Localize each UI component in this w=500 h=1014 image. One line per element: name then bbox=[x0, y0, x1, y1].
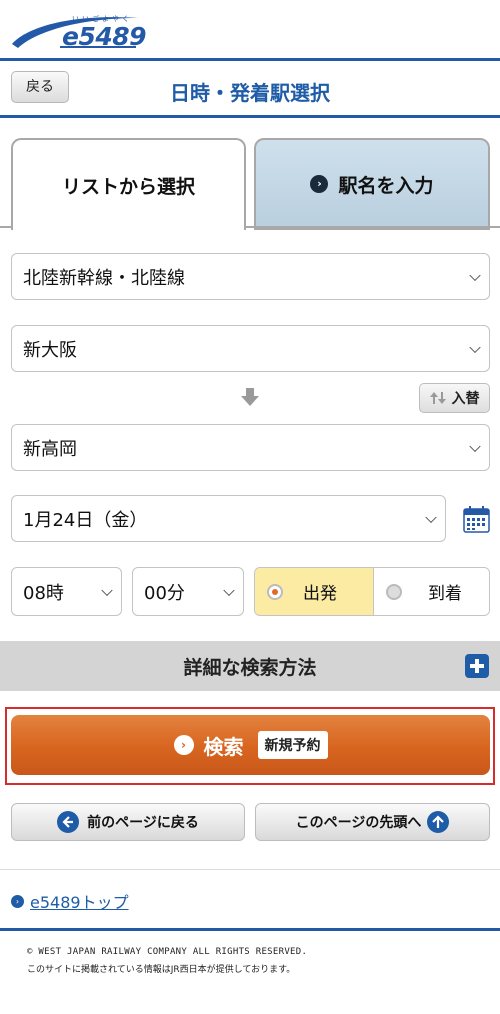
chevron-right-icon: › bbox=[310, 175, 329, 193]
depart-arrive-radio-group: 出発 到着 bbox=[254, 567, 490, 616]
tab-station-name-input[interactable]: › 駅名を入力 bbox=[254, 138, 490, 230]
depart-label: 出発 bbox=[303, 584, 337, 604]
tab-station-name-label: 駅名を入力 bbox=[338, 174, 434, 197]
chevron-down-icon bbox=[469, 440, 481, 452]
chevron-right-icon: › bbox=[173, 735, 194, 755]
chevron-down-icon bbox=[425, 511, 437, 523]
search-label: 検索 bbox=[203, 734, 244, 759]
plus-icon bbox=[465, 654, 489, 678]
new-reservation-badge: 新規予約 bbox=[257, 731, 328, 759]
to-station-select[interactable]: 新高岡 bbox=[11, 424, 490, 471]
from-station-select[interactable]: 新大阪 bbox=[11, 325, 490, 372]
previous-page-label: 前のページに戻る bbox=[87, 815, 199, 831]
search-button[interactable]: › 検索 新規予約 bbox=[11, 715, 490, 775]
arrow-down-icon bbox=[241, 388, 259, 406]
e5489-logo[interactable]: いいごよやく e5489 bbox=[10, 10, 147, 52]
arrow-left-icon bbox=[57, 811, 80, 833]
arrive-radio[interactable]: 到着 bbox=[373, 568, 489, 615]
swap-stations-button[interactable]: 入替 bbox=[419, 383, 490, 413]
arrow-up-icon bbox=[427, 811, 450, 833]
page-top-button[interactable]: このページの先頭へ bbox=[255, 803, 490, 841]
to-station-value: 新高岡 bbox=[23, 438, 77, 460]
detailed-search-label: 詳細な検索方法 bbox=[183, 656, 317, 679]
selection-tabs: リストから選択 › 駅名を入力 bbox=[0, 138, 500, 230]
radio-selected-icon bbox=[267, 583, 283, 600]
date-select[interactable]: 1月24日（金） bbox=[11, 495, 446, 542]
header: いいごよやく e5489 bbox=[0, 0, 500, 58]
chevron-down-icon bbox=[223, 584, 235, 596]
from-station-value: 新大阪 bbox=[23, 339, 77, 361]
copyright: © WEST JAPAN RAILWAY COMPANY ALL RIGHTS … bbox=[27, 947, 308, 957]
minute-value: 00分 bbox=[144, 582, 185, 604]
hour-select[interactable]: 08時 bbox=[11, 567, 122, 616]
tab-list-select-label: リストから選択 bbox=[61, 175, 195, 198]
radio-unselected-icon bbox=[386, 583, 402, 600]
date-value: 1月24日（金） bbox=[23, 509, 148, 531]
title-bar: 戻る 日時・発着駅選択 bbox=[0, 58, 500, 118]
e5489-top-link-label: e5489トップ bbox=[30, 893, 129, 912]
chevron-down-icon bbox=[469, 341, 481, 353]
tab-list-select[interactable]: リストから選択 bbox=[11, 138, 246, 230]
tab-divider bbox=[246, 226, 500, 228]
detailed-search-toggle[interactable]: 詳細な検索方法 bbox=[0, 641, 500, 691]
chevron-right-icon: › bbox=[11, 894, 24, 908]
line-select-value: 北陸新幹線・北陸線 bbox=[23, 267, 185, 289]
calendar-icon[interactable] bbox=[463, 506, 490, 533]
provider-note: このサイトに掲載されている情報はJR西日本が提供しております。 bbox=[27, 965, 296, 975]
chevron-down-icon bbox=[101, 584, 113, 596]
page-top-label: このページの先頭へ bbox=[295, 815, 422, 831]
chevron-down-icon bbox=[469, 269, 481, 281]
e5489-top-link[interactable]: › e5489トップ bbox=[11, 889, 129, 913]
page-title: 日時・発着駅選択 bbox=[170, 81, 330, 105]
tab-divider-left bbox=[0, 226, 11, 228]
depart-radio[interactable]: 出発 bbox=[255, 568, 373, 615]
swap-label: 入替 bbox=[451, 391, 480, 407]
divider bbox=[0, 869, 500, 870]
hour-value: 08時 bbox=[23, 582, 64, 604]
line-select[interactable]: 北陸新幹線・北陸線 bbox=[11, 253, 490, 300]
previous-page-button[interactable]: 前のページに戻る bbox=[11, 803, 245, 841]
logo-text: e5489 bbox=[62, 22, 147, 51]
swap-icon bbox=[429, 392, 446, 404]
minute-select[interactable]: 00分 bbox=[132, 567, 244, 616]
footer-divider bbox=[0, 928, 500, 931]
arrive-label: 到着 bbox=[428, 584, 462, 604]
